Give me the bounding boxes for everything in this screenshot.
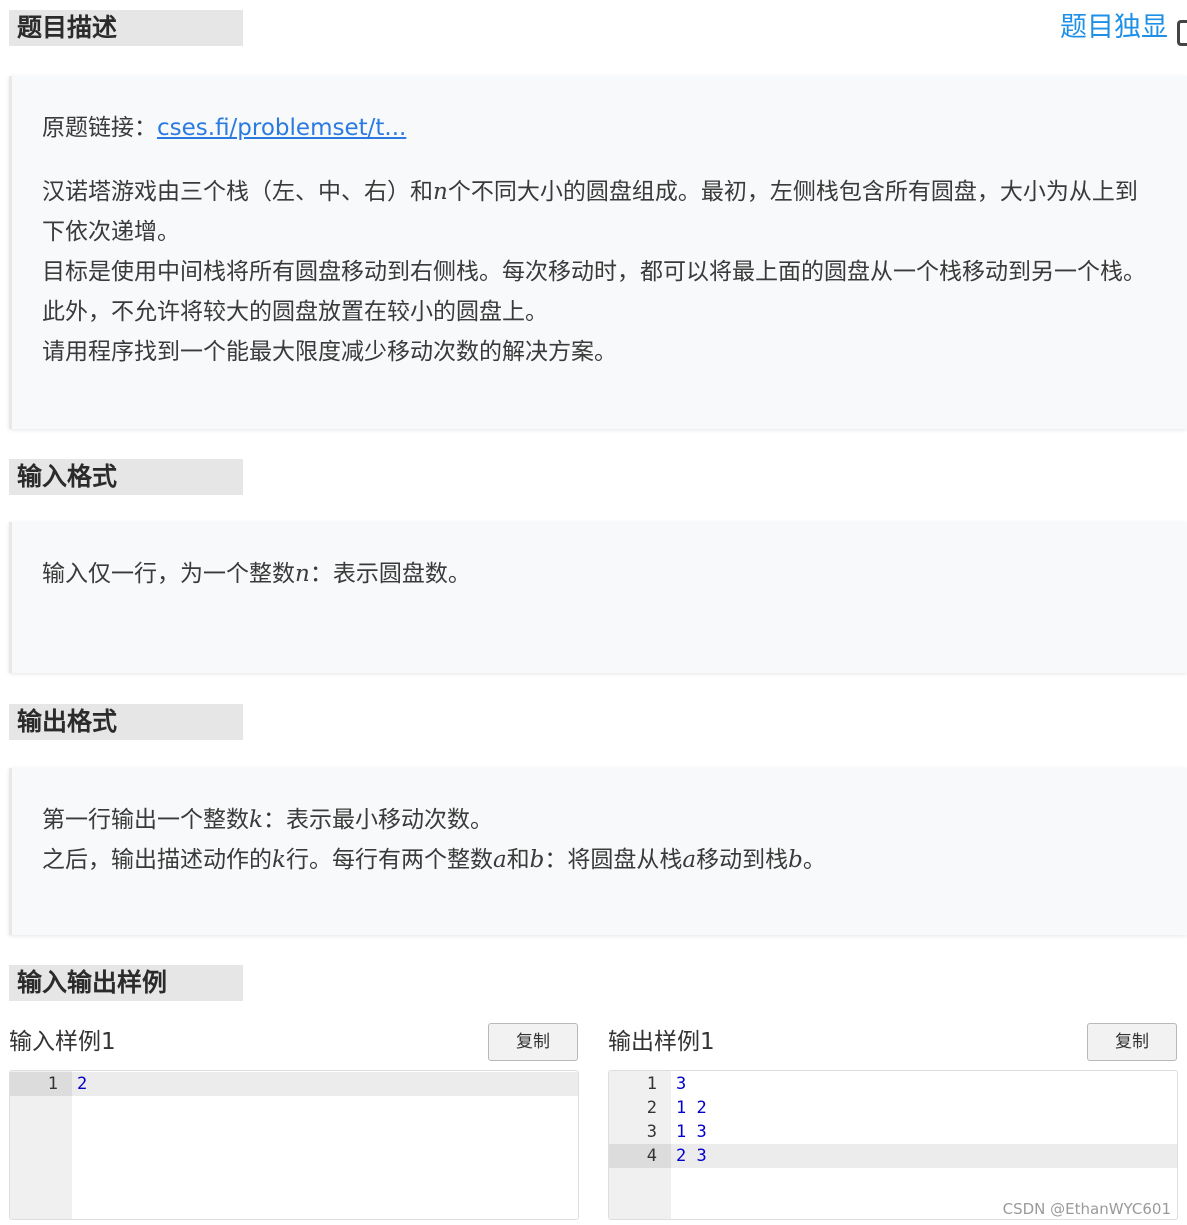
description-card: 原题链接：cses.fi/problemset/t... 汉诺塔游戏由三个栈（左…	[9, 76, 1187, 429]
sample-output-label: 输出样例1	[608, 1029, 715, 1055]
sample-input-editor[interactable]: 1 2	[9, 1070, 579, 1220]
code-line: 1 3	[646, 1074, 687, 1094]
output-format-card: 第一行输出一个整数k：表示最小移动次数。 之后，输出描述动作的k行。每行有两个整…	[9, 768, 1187, 935]
source-line: 原题链接：cses.fi/problemset/t...	[42, 108, 1157, 148]
output-format-line-1: 第一行输出一个整数k：表示最小移动次数。	[42, 807, 493, 833]
code-line: 3 1 3	[646, 1122, 707, 1142]
code-line: 4 2 3	[609, 1144, 1177, 1168]
sample-output-editor[interactable]: 1 3 2 1 2 3 1 3 4 2 3	[608, 1070, 1178, 1220]
description-paragraph-3: 请用程序找到一个能最大限度减少移动次数的解决方案。	[42, 339, 617, 365]
solo-view-link[interactable]: 题目独显	[1060, 10, 1168, 46]
expand-icon[interactable]	[1177, 20, 1187, 46]
section-title-output-format: 输出格式	[9, 704, 243, 740]
var-a: a	[492, 847, 507, 873]
var-b: b	[788, 847, 803, 873]
section-title-input-format: 输入格式	[9, 459, 243, 495]
description-paragraph-2: 目标是使用中间栈将所有圆盘移动到右侧栈。每次移动时，都可以将最上面的圆盘从一个栈…	[42, 259, 1146, 325]
input-format-card: 输入仅一行，为一个整数n：表示圆盘数。	[9, 522, 1187, 673]
var-a: a	[682, 847, 697, 873]
copy-input-button[interactable]: 复制	[488, 1023, 578, 1061]
var-k: k	[272, 847, 286, 873]
watermark: CSDN @EthanWYC601	[1002, 1200, 1171, 1218]
var-k: k	[249, 807, 263, 833]
source-link[interactable]: cses.fi/problemset/t...	[157, 115, 406, 141]
description-paragraph-1: 汉诺塔游戏由三个栈（左、中、右）和n个不同大小的圆盘组成。最初，左侧栈包含所有圆…	[42, 179, 1138, 245]
code-line: 2 1 2	[646, 1098, 707, 1118]
copy-output-button[interactable]: 复制	[1087, 1023, 1177, 1061]
var-b: b	[529, 847, 545, 873]
section-title-description: 题目描述	[9, 10, 243, 46]
section-title-samples: 输入输出样例	[9, 965, 243, 1001]
var-n: n	[295, 561, 310, 587]
sample-input-label: 输入样例1	[9, 1029, 116, 1055]
source-label: 原题链接：	[42, 115, 157, 141]
input-format-text: 输入仅一行，为一个整数n：表示圆盘数。	[42, 561, 471, 587]
var-n: n	[433, 179, 448, 205]
code-line: 1 2	[10, 1072, 578, 1096]
output-format-line-2: 之后，输出描述动作的k行。每行有两个整数a和b：将圆盘从栈a移动到栈b。	[42, 847, 826, 873]
